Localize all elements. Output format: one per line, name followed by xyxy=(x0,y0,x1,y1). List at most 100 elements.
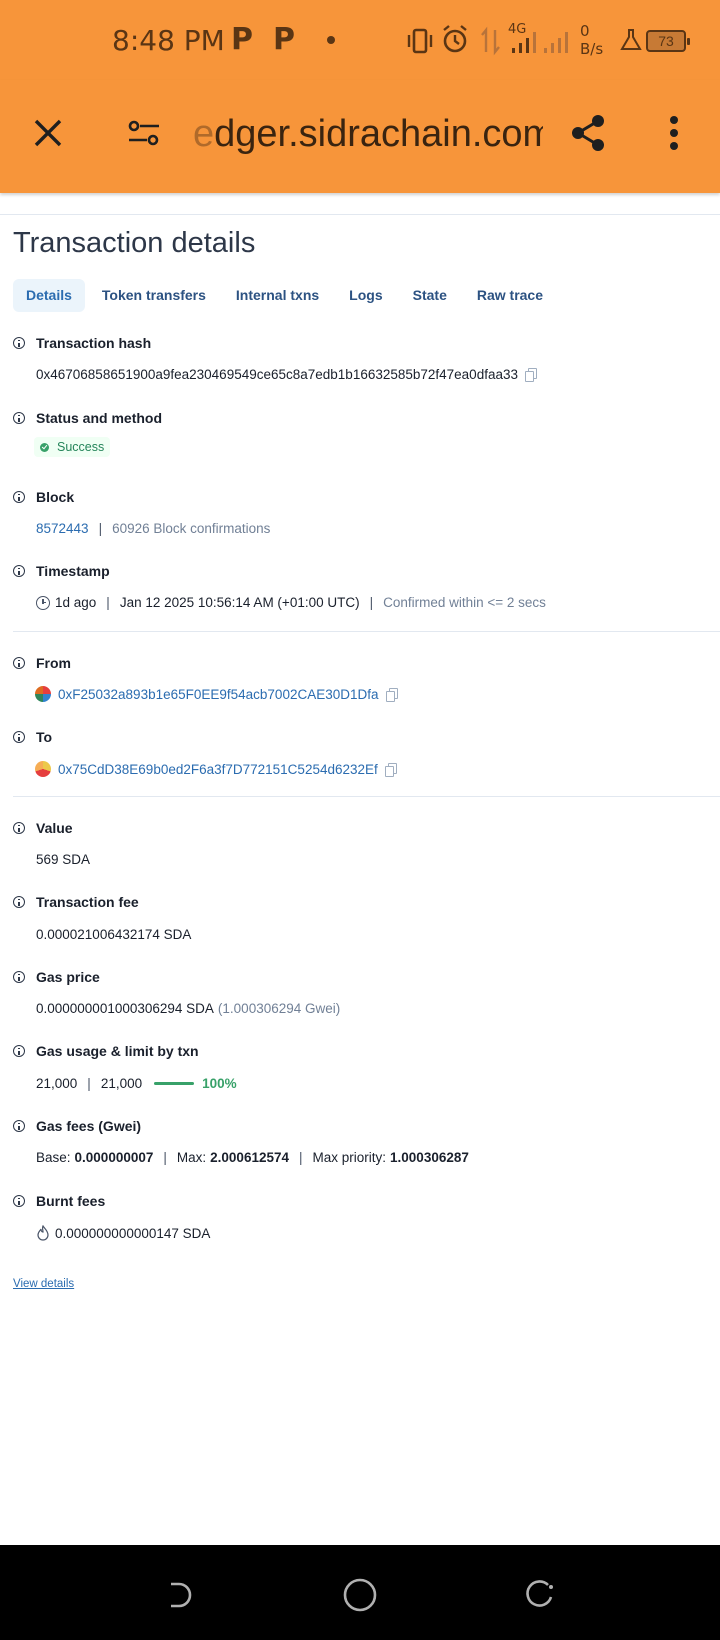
system-nav-bar xyxy=(0,1545,720,1640)
tx-fee-label: Transaction fee xyxy=(36,894,139,910)
url-field[interactable]: edger.sidrachain.com xyxy=(193,113,543,156)
to-value-row: 0x75CdD38E69b0ed2F6a3f7D772151C5254d6232… xyxy=(35,761,397,777)
data-speed: 0 B/s xyxy=(580,22,603,58)
alarm-icon xyxy=(443,25,467,53)
gas-price-value-row: 0.000000001000306294 SDA (1.000306294 Gw… xyxy=(36,1001,340,1016)
block-value-row: 8572443 | 60926 Block confirmations xyxy=(36,521,270,536)
copy-icon[interactable] xyxy=(525,368,537,382)
to-label: To xyxy=(36,729,53,745)
info-icon[interactable] xyxy=(13,491,25,503)
block-label: Block xyxy=(36,489,75,505)
tab-token-transfers[interactable]: Token transfers xyxy=(89,279,219,312)
timestamp-ago: 1d ago xyxy=(55,595,97,610)
vibrate-icon xyxy=(407,28,433,54)
gas-max-value: 2.000612574 xyxy=(210,1150,289,1165)
section-divider xyxy=(13,796,720,797)
clock-icon xyxy=(36,595,50,610)
info-icon[interactable] xyxy=(13,822,25,834)
gas-limit: 21,000 xyxy=(100,1076,143,1091)
page-title: Transaction details xyxy=(13,227,256,259)
info-icon[interactable] xyxy=(13,1120,25,1132)
info-icon[interactable] xyxy=(13,565,25,577)
info-icon[interactable] xyxy=(13,731,25,743)
separator: | xyxy=(87,1076,91,1091)
block-confirmations: 60926 Block confirmations xyxy=(112,521,271,536)
tx-hash-label: Transaction hash xyxy=(36,335,152,351)
signal-icon xyxy=(512,32,568,53)
info-icon[interactable] xyxy=(13,412,25,424)
tab-logs[interactable]: Logs xyxy=(336,279,395,312)
info-icon[interactable] xyxy=(13,1045,25,1057)
gas-usage-percent: 100% xyxy=(202,1076,237,1091)
tab-raw-trace[interactable]: Raw trace xyxy=(464,279,556,312)
gas-fees-label: Gas fees (Gwei) xyxy=(36,1118,142,1134)
page-header-strip xyxy=(0,193,720,215)
battery-icon: 73 xyxy=(646,30,690,52)
info-icon[interactable] xyxy=(13,1195,25,1207)
tab-bar: Details Token transfers Internal txns Lo… xyxy=(13,279,556,312)
back-button[interactable] xyxy=(160,1575,200,1615)
url-domain: dger.sidrachain.com xyxy=(214,113,543,155)
share-button[interactable] xyxy=(566,111,610,155)
address-avatar xyxy=(35,686,51,702)
url-prefix: e xyxy=(193,113,215,155)
notification-p-icon: P xyxy=(273,22,295,57)
timestamp-value-row: 1d ago | Jan 12 2025 10:56:14 AM (+01:00… xyxy=(36,595,546,610)
recents-button[interactable] xyxy=(520,1575,560,1615)
to-address-link[interactable]: 0x75CdD38E69b0ed2F6a3f7D772151C5254d6232… xyxy=(58,762,378,777)
from-address-link[interactable]: 0xF25032a893b1e65F0EE9f54acb7002CAE30D1D… xyxy=(58,687,379,702)
copy-icon[interactable] xyxy=(385,687,398,702)
status-bar: 8:48 PM P P 4G 0 B/s 73 xyxy=(0,0,720,80)
address-avatar xyxy=(35,761,51,777)
site-settings-button[interactable] xyxy=(124,113,164,153)
gas-usage-progress-bar xyxy=(154,1082,195,1085)
success-check-icon xyxy=(40,442,49,452)
gas-fees-value-row: Base: 0.000000007 | Max: 2.000612574 | M… xyxy=(36,1150,469,1165)
separator: | xyxy=(98,521,103,536)
notification-p-icon: P xyxy=(231,22,253,57)
back-gesture-icon xyxy=(171,1582,192,1608)
browser-menu-button[interactable] xyxy=(656,113,692,153)
home-circle-icon xyxy=(343,1578,377,1612)
info-icon[interactable] xyxy=(13,896,25,908)
data-speed-value: 0 xyxy=(580,22,590,40)
view-details-link[interactable]: View details xyxy=(13,1278,74,1290)
separator: | xyxy=(299,1150,303,1165)
gas-usage-value-row: 21,000 | 21,000 100% xyxy=(36,1076,237,1091)
gas-base-label: Base: xyxy=(36,1150,71,1165)
tab-state[interactable]: State xyxy=(400,279,460,312)
info-icon[interactable] xyxy=(13,971,25,983)
separator: | xyxy=(106,595,110,610)
from-label: From xyxy=(36,655,71,671)
tab-details[interactable]: Details xyxy=(13,279,85,312)
status-value-row: Success xyxy=(34,437,111,457)
gas-base-value: 0.000000007 xyxy=(74,1150,154,1165)
burnt-fees-value: 0.000000000000147 SDA xyxy=(55,1225,211,1241)
gas-used: 21,000 xyxy=(36,1076,78,1091)
gas-usage-label: Gas usage & limit by txn xyxy=(36,1043,199,1059)
data-speed-unit: B/s xyxy=(580,40,604,58)
info-icon[interactable] xyxy=(13,657,25,669)
separator: | xyxy=(369,595,374,610)
tab-internal-txns[interactable]: Internal txns xyxy=(223,279,332,312)
from-value-row: 0xF25032a893b1e65F0EE9f54acb7002CAE30D1D… xyxy=(35,686,398,702)
flask-icon xyxy=(620,29,642,50)
value-label: Value xyxy=(36,820,73,836)
status-badge: Success xyxy=(34,437,111,457)
flame-icon xyxy=(37,1225,49,1241)
gas-price-label: Gas price xyxy=(36,969,100,985)
close-icon xyxy=(34,119,62,147)
block-number-link[interactable]: 8572443 xyxy=(36,521,89,536)
data-transfer-icon xyxy=(481,26,500,56)
gas-price-gwei: (1.000306294 Gwei) xyxy=(217,1001,341,1016)
home-button[interactable] xyxy=(340,1575,380,1615)
info-icon[interactable] xyxy=(13,337,25,349)
gas-priority-value: 1.000306287 xyxy=(390,1150,469,1165)
recents-icon xyxy=(526,1580,553,1607)
gas-max-label: Max: xyxy=(176,1150,207,1165)
status-label: Status and method xyxy=(36,410,163,426)
tx-hash-value: 0x46706858651900a9fea230469549ce65c8a7ed… xyxy=(36,367,518,382)
copy-icon[interactable] xyxy=(384,762,397,777)
more-vertical-icon xyxy=(670,116,678,150)
close-tab-button[interactable] xyxy=(28,113,68,153)
